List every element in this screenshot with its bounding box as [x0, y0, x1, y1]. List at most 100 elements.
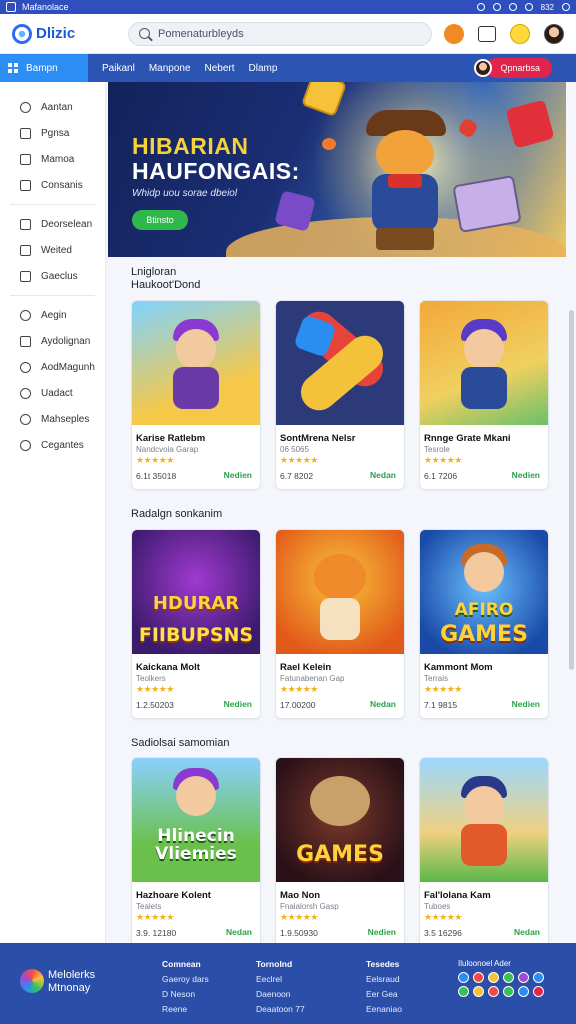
social-icon[interactable]: [518, 986, 529, 997]
footer-column-heading: Comnean: [162, 959, 201, 969]
get-button[interactable]: Nedan: [226, 927, 252, 937]
game-card[interactable]: SontMrena Nelsr 06 5065 ★★★★★ 6.7 8202 N…: [275, 300, 405, 490]
nav-home-label: Bampn: [26, 62, 58, 74]
status-bar: Mafanolace 832: [0, 0, 576, 14]
emoji-icon[interactable]: [510, 23, 530, 44]
footer: Melolerks Mtnonay Comnean Gaeroy dars D …: [0, 943, 576, 1024]
message-icon[interactable]: [478, 25, 496, 42]
nav-item-4[interactable]: Dlamp: [249, 63, 278, 74]
footer-link[interactable]: Eer Gea: [366, 987, 402, 1002]
game-meta: 3.5 16296: [424, 928, 462, 938]
sidebar-item[interactable]: Mahseples: [0, 406, 105, 432]
hero-cta-button[interactable]: Btinsto: [132, 210, 188, 230]
get-button[interactable]: Nedien: [368, 927, 396, 937]
settings-icon: [20, 361, 31, 373]
social-icon[interactable]: [458, 972, 469, 983]
social-icon[interactable]: [518, 972, 529, 983]
social-icon[interactable]: [473, 972, 484, 983]
sidebar-item[interactable]: Aydolignan: [0, 328, 105, 354]
coin-icon: [322, 138, 336, 150]
sidebar-item[interactable]: Consanis: [0, 172, 105, 198]
footer-link[interactable]: Eenaniao: [366, 1002, 402, 1017]
user-menu-button[interactable]: Qpnarbsa: [486, 58, 552, 78]
game-subtitle: Fnalalorsh Gasp: [280, 902, 339, 911]
footer-link[interactable]: Daenoon: [256, 987, 305, 1002]
game-thumbnail: HDURAR FIIBUPSNS: [132, 530, 260, 654]
sidebar-item[interactable]: Gaeclus: [0, 263, 105, 289]
social-icon[interactable]: [503, 986, 514, 997]
footer-column-heading: Tesedes: [366, 959, 400, 969]
footer-link[interactable]: Gaeroy dars: [162, 972, 209, 987]
search-input[interactable]: Pomenaturbleyds: [128, 21, 432, 46]
sidebar-item[interactable]: Weited: [0, 237, 105, 263]
social-icon[interactable]: [488, 986, 499, 997]
top-bar: Dlizic Pomenaturbleyds: [0, 14, 576, 54]
get-button[interactable]: Nedien: [224, 470, 252, 480]
sync-icon: [524, 3, 533, 11]
sidebar-item-label: Weited: [41, 244, 72, 256]
sidebar-item[interactable]: Pgnsa: [0, 120, 105, 146]
get-button[interactable]: Nedien: [512, 699, 540, 709]
game-card[interactable]: Fal'lolana Kam Tuboes ★★★★★ 3.5 16296 Ne…: [419, 757, 549, 947]
notification-icon[interactable]: [444, 23, 464, 44]
game-card[interactable]: GAMES Mao Non Fnalalorsh Gasp ★★★★★ 1.9.…: [275, 757, 405, 947]
game-title: SontMrena Nelsr: [280, 433, 356, 444]
social-icon[interactable]: [503, 972, 514, 983]
game-card[interactable]: Rnnge Grate Mkani Tesrole ★★★★★ 6.1 7206…: [419, 300, 549, 490]
get-button[interactable]: Nedien: [512, 470, 540, 480]
sidebar-item-label: Aegin: [41, 309, 67, 321]
sidebar-item-label: Pgnsa: [41, 127, 70, 139]
get-button[interactable]: Nedan: [370, 470, 396, 480]
close-icon[interactable]: [562, 3, 570, 11]
footer-brand-line1: Melolerks: [48, 969, 96, 981]
game-thumbnail: [132, 301, 260, 425]
social-icon[interactable]: [488, 972, 499, 983]
thumbnail-title: GAMES: [440, 622, 528, 647]
footer-link[interactable]: Eelsraud: [366, 972, 402, 987]
avatar[interactable]: [544, 23, 564, 44]
hero-character: [346, 104, 466, 254]
sidebar-item[interactable]: Cegantes: [0, 432, 105, 458]
game-card[interactable]: Hlinecin Vliemies Hazhoare Kolent Tealet…: [131, 757, 261, 947]
game-card[interactable]: Rael Kelein Fatunabenan Gap ★★★★★ 17.002…: [275, 529, 405, 719]
grid-icon: [8, 63, 18, 73]
nav-user[interactable]: Qpnarbsa: [474, 58, 552, 78]
nav-item-2[interactable]: Manpone: [149, 63, 191, 74]
sidebar-item[interactable]: Deorselean: [0, 211, 105, 237]
nav-item-1[interactable]: Paikanl: [102, 63, 135, 74]
user-icon: [20, 309, 31, 321]
game-card[interactable]: AFIRO GAMES Kammont Mom Terrais ★★★★★ 7.…: [419, 529, 549, 719]
document-icon: [20, 244, 31, 256]
sidebar-item[interactable]: Aantan: [0, 94, 105, 120]
card-row: Karise Ratlebm Nandcvoia Garap ★★★★★ 6.1…: [131, 300, 549, 490]
game-card[interactable]: HDURAR FIIBUPSNS Kaickana Molt Teolkers …: [131, 529, 261, 719]
get-button[interactable]: Nedan: [370, 699, 396, 709]
social-icon[interactable]: [533, 986, 544, 997]
sidebar-item[interactable]: Uadact: [0, 380, 105, 406]
sidebar-item-label: Cegantes: [41, 439, 84, 451]
footer-link[interactable]: Reene: [162, 1002, 209, 1017]
hero-banner[interactable]: HIBARIAN HAUFONGAIS: Whidp uou sorae dbe…: [108, 82, 566, 257]
game-title: Hazhoare Kolent: [136, 890, 211, 901]
social-icon[interactable]: [458, 986, 469, 997]
footer-link[interactable]: Deaatoon 77: [256, 1002, 305, 1017]
game-thumbnail: [276, 301, 404, 425]
game-card[interactable]: Karise Ratlebm Nandcvoia Garap ★★★★★ 6.1…: [131, 300, 261, 490]
rating-stars: ★★★★★: [280, 684, 318, 694]
sidebar-item-label: Deorselean: [41, 218, 93, 230]
social-icon[interactable]: [473, 986, 484, 997]
sidebar-item[interactable]: AodMagunh: [0, 354, 105, 380]
scrollbar[interactable]: [569, 310, 574, 670]
sidebar-item[interactable]: Mamoa: [0, 146, 105, 172]
footer-link[interactable]: Eeclrel: [256, 972, 305, 987]
get-button[interactable]: Nedan: [514, 927, 540, 937]
social-icon[interactable]: [533, 972, 544, 983]
sidebar-item[interactable]: Aegin: [0, 302, 105, 328]
sidebar-item-label: Aydolignan: [41, 335, 91, 347]
get-button[interactable]: Nedien: [224, 699, 252, 709]
nav-item-3[interactable]: Nebert: [205, 63, 235, 74]
logo[interactable]: Dlizic: [12, 23, 120, 44]
footer-link[interactable]: D Neson: [162, 987, 209, 1002]
footer-column: Tesedes Eelsraud Eer Gea Eenaniao: [366, 957, 402, 1017]
nav-item-home[interactable]: Bampn: [0, 54, 88, 82]
